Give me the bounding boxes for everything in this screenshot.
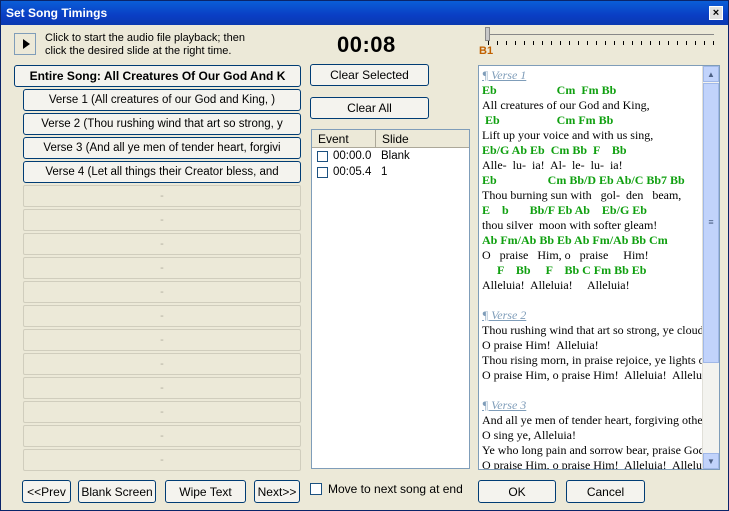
- empty-slide-slot: -: [23, 353, 301, 375]
- preview-lyric-line: Alleluia! Alleluia! Alleluia!: [482, 278, 630, 292]
- preview-chord-line: F Bb F Bb C Fm Bb Eb: [482, 263, 647, 277]
- empty-slide-slot: -: [23, 257, 301, 279]
- event-column-header[interactable]: Event: [318, 132, 349, 146]
- empty-slide-slot: -: [23, 209, 301, 231]
- empty-slide-slot: -: [23, 305, 301, 327]
- empty-slide-slot: -: [23, 185, 301, 207]
- preview-chord-line: Ab Fm/Ab Bb Eb Ab Fm/Ab Bb Cm: [482, 233, 668, 247]
- preview-lyric-line: O praise Him, o praise Him! Alleluia! Al…: [482, 368, 704, 382]
- empty-slide-slot: -: [23, 401, 301, 423]
- event-checkbox[interactable]: [317, 151, 328, 162]
- timeline-slider[interactable]: B1: [479, 25, 719, 61]
- verse-4-button[interactable]: Verse 4 (Let all things their Creator bl…: [23, 161, 301, 183]
- event-row[interactable]: 00:05.4 1: [312, 165, 469, 181]
- scroll-grip-icon: ≡: [708, 217, 714, 227]
- slider-track: [486, 34, 714, 35]
- prev-button[interactable]: <<Prev: [22, 480, 71, 503]
- ok-button[interactable]: OK: [478, 480, 556, 503]
- event-slide: 1: [381, 166, 388, 178]
- verse-3-button[interactable]: Verse 3 (And all ye men of tender heart,…: [23, 137, 301, 159]
- play-button[interactable]: [14, 33, 36, 55]
- preview-chord-line: Eb Cm Bb/D Eb Ab/C Bb7 Bb: [482, 173, 685, 187]
- move-next-label: Move to next song at end: [328, 482, 463, 496]
- scroll-up-button[interactable]: ▲: [703, 66, 719, 82]
- scroll-thumb[interactable]: ≡: [703, 83, 719, 363]
- next-button[interactable]: Next>>: [254, 480, 300, 503]
- preview-blank-line: [482, 383, 704, 398]
- blank-screen-button[interactable]: Blank Screen: [78, 480, 156, 503]
- empty-slide-slot: -: [23, 377, 301, 399]
- entire-song-button[interactable]: Entire Song: All Creatures Of Our God An…: [14, 65, 301, 87]
- wipe-text-button[interactable]: Wipe Text: [165, 480, 246, 503]
- empty-slide-slot: -: [23, 281, 301, 303]
- verse-1-button[interactable]: Verse 1 (All creatures of our God and Ki…: [23, 89, 301, 111]
- slide-marker: B1: [479, 45, 494, 57]
- preview-blank-line: [482, 293, 704, 308]
- event-slide: Blank: [381, 150, 410, 162]
- preview-lyric-line: O praise Him, o praise Him!: [482, 248, 649, 262]
- column-divider[interactable]: [375, 130, 376, 147]
- clear-selected-button[interactable]: Clear Selected: [310, 64, 429, 86]
- move-next-checkbox[interactable]: [310, 483, 322, 495]
- empty-slide-slot: -: [23, 233, 301, 255]
- preview-lyric-line: Thou rushing wind that art so strong, ye…: [482, 323, 704, 337]
- preview-lyric-line: And all ye men of tender heart, forgivin…: [482, 413, 704, 427]
- title-bar[interactable]: Set Song Timings ×: [1, 1, 728, 25]
- event-table-header: Event Slide: [312, 130, 469, 148]
- preview-lyric-line: O praise Him! Alleluia!: [482, 338, 599, 352]
- preview-chord-line: Eb Cm Fm Bb: [482, 83, 617, 97]
- preview-lyric-line: All creatures of our God and King,: [482, 98, 650, 112]
- slide-column-header[interactable]: Slide: [382, 132, 409, 146]
- slide-preview-text: ¶ Verse 1 Eb Cm Fm Bb All creatures of our…: [482, 68, 704, 470]
- cancel-button[interactable]: Cancel: [566, 480, 645, 503]
- preview-lyric-line: O praise Him, o praise Him! Alleluia! Al…: [482, 458, 704, 470]
- preview-chord-line: Eb Cm Fm Bb: [482, 113, 614, 127]
- event-checkbox[interactable]: [317, 167, 328, 178]
- event-time: 00:00.0: [333, 150, 372, 162]
- slider-ticks: [488, 41, 716, 45]
- playback-instructions: Click to start the audio file playback; …: [45, 32, 245, 58]
- preview-heading-line: ¶ Verse 2: [482, 308, 527, 322]
- elapsed-time: 00:08: [337, 32, 396, 57]
- instruction-line-1: Click to start the audio file playback; …: [45, 32, 245, 44]
- preview-lyric-line: Ye who long pain and sorrow bear, praise…: [482, 443, 704, 457]
- preview-chord-line: E b Bb/F Eb Ab Eb/G Eb: [482, 203, 647, 217]
- empty-slide-slot: -: [23, 425, 301, 447]
- preview-lyric-line: Thou burning sun with gol- den beam,: [482, 188, 682, 202]
- play-icon: [22, 39, 30, 49]
- preview-chord-line: Eb/G Ab Eb Cm Bb F Bb: [482, 143, 627, 157]
- window-title: Set Song Timings: [6, 6, 108, 20]
- preview-lyric-line: thou silver moon with softer gleam!: [482, 218, 658, 232]
- clear-all-button[interactable]: Clear All: [310, 97, 429, 119]
- preview-heading-line: ¶ Verse 3: [482, 398, 527, 412]
- event-time: 00:05.4: [333, 166, 372, 178]
- empty-slide-slot: -: [23, 329, 301, 351]
- set-song-timings-window: Set Song Timings × Click to start the au…: [0, 0, 729, 511]
- slide-preview-pane[interactable]: ¶ Verse 1 Eb Cm Fm Bb All creatures of our…: [478, 65, 720, 470]
- preview-scrollbar[interactable]: ▲ ≡ ▼: [702, 66, 719, 469]
- slider-thumb[interactable]: [485, 27, 490, 41]
- preview-lyric-line: Alle- lu- ia! Al- le- lu- ia!: [482, 158, 623, 172]
- instruction-line-2: click the desired slide at the right tim…: [45, 45, 232, 57]
- preview-lyric-line: Lift up your voice and with us sing,: [482, 128, 654, 142]
- event-row[interactable]: 00:00.0 Blank: [312, 149, 469, 165]
- preview-lyric-line: O sing ye, Alleluia!: [482, 428, 576, 442]
- close-button[interactable]: ×: [709, 6, 723, 20]
- scroll-down-button[interactable]: ▼: [703, 453, 719, 469]
- preview-heading-line: ¶ Verse 1: [482, 68, 527, 82]
- event-table[interactable]: Event Slide 00:00.0 Blank 00:05.4 1: [311, 129, 470, 469]
- move-next-song-option[interactable]: Move to next song at end: [310, 482, 463, 496]
- preview-lyric-line: Thou rising morn, in praise rejoice, ye …: [482, 353, 704, 367]
- verse-2-button[interactable]: Verse 2 (Thou rushing wind that art so s…: [23, 113, 301, 135]
- empty-slide-slot: -: [23, 449, 301, 471]
